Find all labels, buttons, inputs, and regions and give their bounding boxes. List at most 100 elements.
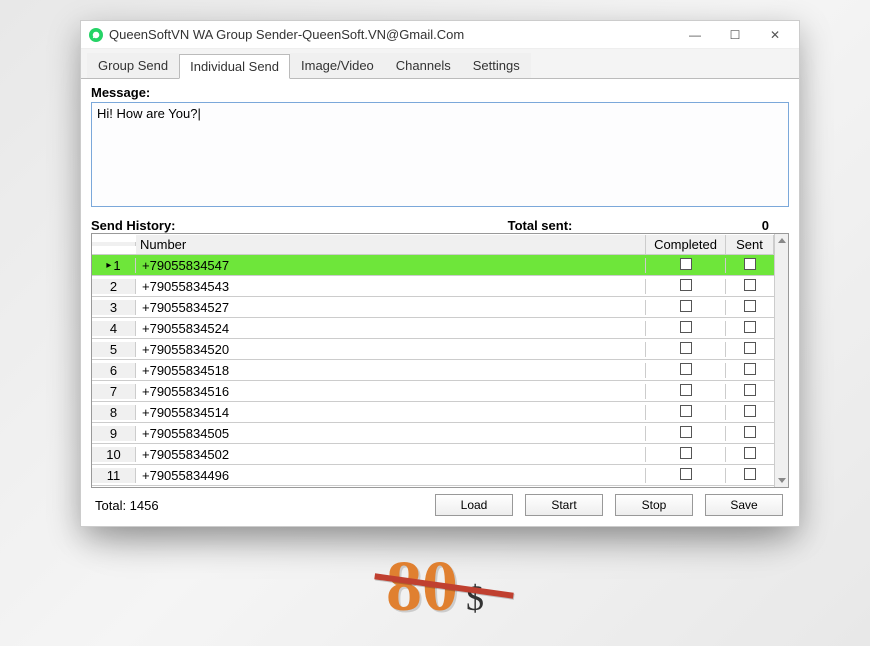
send-history-label: Send History: <box>91 218 391 233</box>
close-button[interactable]: ✕ <box>755 23 795 47</box>
table-row[interactable]: ▸1+79055834547 <box>92 255 774 276</box>
sent-checkbox[interactable] <box>744 447 756 459</box>
start-button[interactable]: Start <box>525 494 603 516</box>
titlebar: QueenSoftVN WA Group Sender-QueenSoft.VN… <box>81 21 799 49</box>
cell-number[interactable]: +79055834524 <box>136 321 646 336</box>
history-grid-wrapper: Number Completed Sent ▸1+790558345472+79… <box>91 233 789 488</box>
row-index: 5 <box>92 342 136 357</box>
tab-channels[interactable]: Channels <box>385 53 462 78</box>
table-row[interactable]: 5+79055834520 <box>92 339 774 360</box>
grid-scrollbar[interactable] <box>774 234 788 487</box>
cell-completed[interactable] <box>646 363 726 378</box>
maximize-button[interactable]: ☐ <box>715 23 755 47</box>
row-index: 7 <box>92 384 136 399</box>
sent-checkbox[interactable] <box>744 405 756 417</box>
cell-completed[interactable] <box>646 426 726 441</box>
window-title: QueenSoftVN WA Group Sender-QueenSoft.VN… <box>109 27 675 42</box>
cell-completed[interactable] <box>646 384 726 399</box>
sent-checkbox[interactable] <box>744 426 756 438</box>
cell-completed[interactable] <box>646 321 726 336</box>
cell-completed[interactable] <box>646 405 726 420</box>
stop-button[interactable]: Stop <box>615 494 693 516</box>
row-index: 4 <box>92 321 136 336</box>
cell-sent[interactable] <box>726 426 774 441</box>
completed-checkbox[interactable] <box>680 258 692 270</box>
table-row[interactable]: 3+79055834527 <box>92 297 774 318</box>
minimize-button[interactable]: — <box>675 23 715 47</box>
row-index: 2 <box>92 279 136 294</box>
table-row[interactable]: 11+79055834496 <box>92 465 774 486</box>
sent-checkbox[interactable] <box>744 258 756 270</box>
sent-checkbox[interactable] <box>744 342 756 354</box>
completed-checkbox[interactable] <box>680 468 692 480</box>
grid-header-row: Number Completed Sent <box>92 234 774 255</box>
sent-checkbox[interactable] <box>744 279 756 291</box>
completed-checkbox[interactable] <box>680 300 692 312</box>
col-sent[interactable]: Sent <box>726 235 774 254</box>
cell-sent[interactable] <box>726 468 774 483</box>
cell-completed[interactable] <box>646 258 726 273</box>
tab-group-send[interactable]: Group Send <box>87 53 179 78</box>
table-row[interactable]: 8+79055834514 <box>92 402 774 423</box>
table-row[interactable]: 10+79055834502 <box>92 444 774 465</box>
cell-completed[interactable] <box>646 300 726 315</box>
cell-number[interactable]: +79055834502 <box>136 447 646 462</box>
table-row[interactable]: 6+79055834518 <box>92 360 774 381</box>
table-row[interactable]: 9+79055834505 <box>92 423 774 444</box>
cell-number[interactable]: +79055834514 <box>136 405 646 420</box>
cell-number[interactable]: +79055834547 <box>136 258 646 273</box>
sent-checkbox[interactable] <box>744 468 756 480</box>
cell-sent[interactable] <box>726 279 774 294</box>
row-index: 10 <box>92 447 136 462</box>
cell-number[interactable]: +79055834496 <box>136 468 646 483</box>
tab-individual-send[interactable]: Individual Send <box>179 54 290 79</box>
save-button[interactable]: Save <box>705 494 783 516</box>
table-row[interactable]: 4+79055834524 <box>92 318 774 339</box>
history-grid[interactable]: Number Completed Sent ▸1+790558345472+79… <box>92 234 774 487</box>
message-input[interactable] <box>91 102 789 207</box>
cell-number[interactable]: +79055834516 <box>136 384 646 399</box>
completed-checkbox[interactable] <box>680 384 692 396</box>
cell-number[interactable]: +79055834543 <box>136 279 646 294</box>
col-rowheader <box>92 242 136 246</box>
table-row[interactable]: 2+79055834543 <box>92 276 774 297</box>
sent-checkbox[interactable] <box>744 363 756 375</box>
row-index: 6 <box>92 363 136 378</box>
col-completed[interactable]: Completed <box>646 235 726 254</box>
completed-checkbox[interactable] <box>680 426 692 438</box>
row-index: 8 <box>92 405 136 420</box>
cell-number[interactable]: +79055834527 <box>136 300 646 315</box>
completed-checkbox[interactable] <box>680 342 692 354</box>
cell-sent[interactable] <box>726 405 774 420</box>
sent-checkbox[interactable] <box>744 300 756 312</box>
cell-sent[interactable] <box>726 321 774 336</box>
tab-settings[interactable]: Settings <box>462 53 531 78</box>
cell-sent[interactable] <box>726 300 774 315</box>
cell-sent[interactable] <box>726 384 774 399</box>
cell-completed[interactable] <box>646 447 726 462</box>
load-button[interactable]: Load <box>435 494 513 516</box>
cell-sent[interactable] <box>726 258 774 273</box>
completed-checkbox[interactable] <box>680 405 692 417</box>
cell-sent[interactable] <box>726 363 774 378</box>
completed-checkbox[interactable] <box>680 447 692 459</box>
cell-completed[interactable] <box>646 468 726 483</box>
cell-sent[interactable] <box>726 447 774 462</box>
sent-checkbox[interactable] <box>744 321 756 333</box>
cell-completed[interactable] <box>646 279 726 294</box>
table-row[interactable]: 7+79055834516 <box>92 381 774 402</box>
completed-checkbox[interactable] <box>680 363 692 375</box>
cell-number[interactable]: +79055834505 <box>136 426 646 441</box>
history-header: Send History: Total sent: 0 <box>91 218 789 233</box>
cell-completed[interactable] <box>646 342 726 357</box>
cell-number[interactable]: +79055834520 <box>136 342 646 357</box>
footer-buttons: Load Start Stop Save <box>435 494 789 516</box>
total-sent-value: 0 <box>689 218 789 233</box>
tab-image-video[interactable]: Image/Video <box>290 53 385 78</box>
completed-checkbox[interactable] <box>680 321 692 333</box>
cell-number[interactable]: +79055834518 <box>136 363 646 378</box>
col-number[interactable]: Number <box>136 235 646 254</box>
completed-checkbox[interactable] <box>680 279 692 291</box>
sent-checkbox[interactable] <box>744 384 756 396</box>
cell-sent[interactable] <box>726 342 774 357</box>
